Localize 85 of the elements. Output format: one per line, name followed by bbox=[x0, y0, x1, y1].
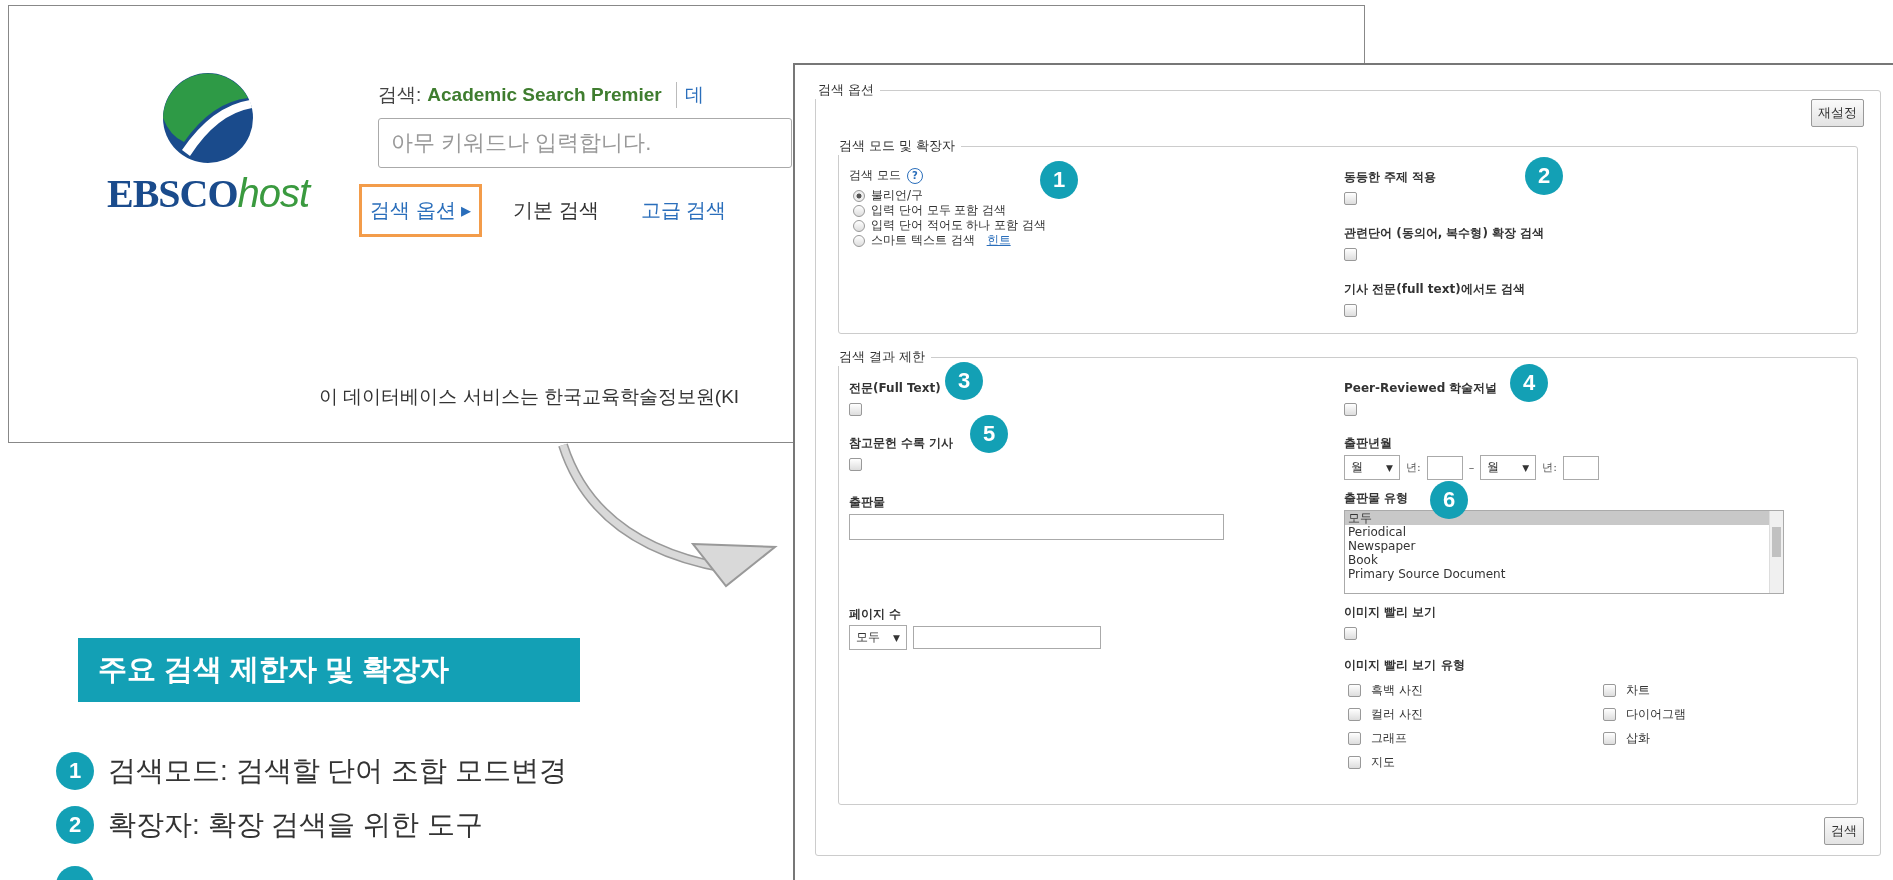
list-option[interactable]: Periodical bbox=[1345, 525, 1769, 539]
field-label: 이미지 빨리 보기 bbox=[1344, 604, 1437, 621]
radio-button[interactable] bbox=[853, 234, 865, 247]
panel-title: 검색 옵션 bbox=[817, 81, 876, 99]
publication-type-list[interactable]: 모두 Periodical Newspaper Book Primary Source Document bbox=[1344, 510, 1784, 594]
checkbox[interactable] bbox=[1603, 683, 1616, 697]
field-label: 기사 전문(full text)에서도 검색 bbox=[1344, 281, 1525, 298]
field-label: 이미지 빨리 보기 유형 bbox=[1344, 657, 1465, 674]
option-label: 삽화 bbox=[1626, 729, 1650, 747]
option-label: 입력 단어 모두 포함 검색 bbox=[871, 202, 1007, 219]
section-heading: 주요 검색 제한자 및 확장자 bbox=[78, 638, 580, 702]
checkbox[interactable] bbox=[1348, 683, 1361, 697]
checkbox[interactable] bbox=[849, 403, 862, 416]
checkbox[interactable] bbox=[1344, 192, 1357, 205]
hint-link[interactable]: 힌트 bbox=[986, 232, 1011, 249]
checkbox[interactable] bbox=[1344, 304, 1357, 317]
number-badge: 2 bbox=[1525, 157, 1563, 195]
database-label: 검색: bbox=[378, 83, 422, 107]
publication-field[interactable] bbox=[849, 514, 1224, 540]
section-title: 검색 모드 및 확장자 bbox=[838, 137, 957, 155]
field-label: 페이지 수 bbox=[849, 606, 902, 623]
number-badge: 3 bbox=[945, 362, 983, 400]
option-label: 흑백 사진 bbox=[1371, 681, 1423, 699]
section-title: 검색 결과 제한 bbox=[838, 348, 927, 366]
checkbox[interactable] bbox=[849, 458, 862, 471]
database-name: Academic Search Premier bbox=[427, 84, 662, 106]
month-select[interactable]: 월 ▼ bbox=[1344, 455, 1400, 480]
nav-link[interactable]: 검색 옵션 ▸ bbox=[359, 184, 483, 237]
checkbox[interactable] bbox=[1344, 248, 1357, 261]
field-label: 출판물 유형 bbox=[1344, 490, 1409, 507]
number-badge: 1 bbox=[56, 752, 94, 790]
field-label: 출판물 bbox=[849, 494, 885, 511]
year-label: 년: bbox=[1406, 460, 1421, 475]
footer-text: 이 데이터베이스 서비스는 한국교육학술정보원(KI bbox=[319, 385, 740, 409]
legend-text: 검색모드: 검색할 단어 조합 모드변경 bbox=[108, 754, 567, 788]
field-label: 출판년월 bbox=[1344, 435, 1392, 452]
logo-text: EBSCOhost bbox=[107, 170, 310, 217]
list-option[interactable]: Primary Source Document bbox=[1345, 567, 1769, 581]
nav-link[interactable]: 고급 검색 bbox=[629, 184, 738, 237]
year-label: 년: bbox=[1542, 460, 1557, 475]
pages-select[interactable]: 모두 ▼ bbox=[849, 625, 907, 650]
number-badge: 1 bbox=[1040, 161, 1078, 199]
number-badge: 6 bbox=[1430, 481, 1468, 519]
month-select[interactable]: 월 ▼ bbox=[1480, 455, 1537, 480]
database-link[interactable]: 데 bbox=[675, 82, 704, 108]
option-label: 불리언/구 bbox=[871, 187, 924, 204]
option-label: 그래프 bbox=[1371, 729, 1407, 747]
option-label: 지도 bbox=[1371, 753, 1395, 771]
checkbox[interactable] bbox=[1344, 403, 1357, 416]
field-label: 참고문헌 수록 기사 bbox=[849, 435, 954, 452]
search-field[interactable]: 아무 키워드나 입력합니다. bbox=[378, 118, 792, 168]
field-label: Peer-Reviewed 학술저널 bbox=[1344, 380, 1498, 397]
option-label: 다이어그램 bbox=[1626, 705, 1686, 723]
list-option[interactable]: Book bbox=[1345, 553, 1769, 567]
number-badge: 5 bbox=[970, 415, 1008, 453]
field-label: 전문(Full Text) bbox=[849, 380, 941, 397]
checkbox[interactable] bbox=[1603, 707, 1616, 721]
list-option[interactable]: 모두 bbox=[1345, 511, 1769, 525]
date-dash: – bbox=[1468, 461, 1475, 474]
checkbox[interactable] bbox=[1348, 707, 1361, 721]
list-option[interactable]: Newspaper bbox=[1345, 539, 1769, 553]
checkbox[interactable] bbox=[1348, 755, 1361, 769]
field-label: 검색 모드 ? bbox=[849, 167, 923, 184]
reset-button[interactable]: 재설정 bbox=[1811, 99, 1864, 127]
pages-field[interactable] bbox=[913, 626, 1101, 649]
radio-button[interactable] bbox=[853, 189, 865, 202]
option-label: 스마트 텍스트 검색 bbox=[871, 232, 975, 249]
year-field[interactable] bbox=[1426, 455, 1463, 480]
checkbox[interactable] bbox=[1344, 627, 1357, 640]
field-label: 관련단어 (동의어, 복수형) 확장 검색 bbox=[1344, 225, 1545, 242]
year-field[interactable] bbox=[1562, 455, 1599, 480]
option-label: 컬러 사진 bbox=[1371, 705, 1423, 723]
field-label: 동등한 주제 적용 bbox=[1344, 169, 1437, 186]
number-badge: 2 bbox=[56, 806, 94, 844]
nav-link[interactable]: 기본 검색 bbox=[502, 184, 610, 237]
globe-logo-icon bbox=[162, 72, 255, 164]
checkbox[interactable] bbox=[1603, 731, 1616, 745]
option-label: 차트 bbox=[1626, 681, 1650, 699]
search-button[interactable]: 검색 bbox=[1824, 817, 1864, 845]
number-badge: 4 bbox=[1510, 364, 1548, 402]
radio-button[interactable] bbox=[853, 219, 865, 232]
legend-text: 확장자: 확장 검색을 위한 도구 bbox=[108, 808, 483, 842]
checkbox[interactable] bbox=[1348, 731, 1361, 745]
radio-button[interactable] bbox=[853, 204, 865, 217]
option-label: 입력 단어 적어도 하나 포함 검색 bbox=[871, 217, 1047, 234]
